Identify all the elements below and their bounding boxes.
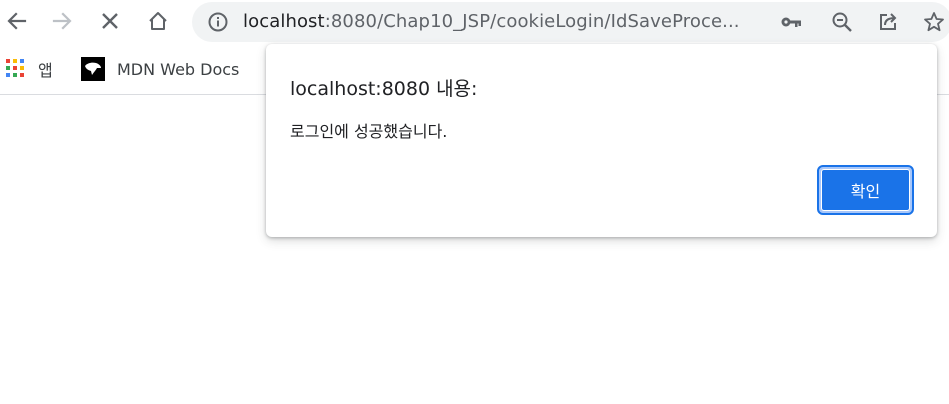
- apps-grid-icon: [6, 59, 24, 77]
- ok-button[interactable]: 확인: [817, 165, 914, 215]
- bookmark-mdn[interactable]: MDN Web Docs: [81, 56, 239, 82]
- info-icon[interactable]: [207, 11, 229, 33]
- apps-label: 앱: [38, 61, 53, 80]
- bookmark-label: MDN Web Docs: [117, 59, 240, 79]
- browser-window: localhost:8080/Chap10_JSP/cookieLogin/Id…: [0, 0, 949, 404]
- key-icon[interactable]: [779, 10, 803, 34]
- browser-toolbar: localhost:8080/Chap10_JSP/cookieLogin/Id…: [0, 0, 949, 44]
- back-button[interactable]: [0, 4, 34, 38]
- share-icon[interactable]: [876, 10, 900, 34]
- home-button[interactable]: [141, 4, 175, 38]
- dialog-message: 로그인에 성공했습니다.: [290, 122, 448, 141]
- apps-shortcut[interactable]: 앱: [6, 56, 53, 82]
- close-icon: [102, 13, 118, 29]
- arrow-left-icon: [7, 12, 27, 30]
- address-bar[interactable]: localhost:8080/Chap10_JSP/cookieLogin/Id…: [192, 2, 949, 42]
- dialog-title: localhost:8080 내용:: [290, 78, 478, 100]
- url-path: :8080/Chap10_JSP/cookieLogin/IdSaveProce…: [324, 11, 740, 32]
- forward-button[interactable]: [45, 4, 79, 38]
- url-text[interactable]: localhost:8080/Chap10_JSP/cookieLogin/Id…: [243, 11, 740, 33]
- home-icon: [149, 12, 167, 30]
- mdn-dino-icon: [81, 57, 105, 81]
- focus-ring: [821, 169, 910, 211]
- url-host: localhost: [243, 11, 325, 32]
- zoom-out-icon[interactable]: [830, 10, 854, 34]
- stop-button[interactable]: [93, 4, 127, 38]
- star-icon[interactable]: [922, 10, 946, 34]
- alert-dialog: localhost:8080 내용: 로그인에 성공했습니다. 확인: [266, 44, 937, 237]
- arrow-right-icon: [52, 12, 72, 30]
